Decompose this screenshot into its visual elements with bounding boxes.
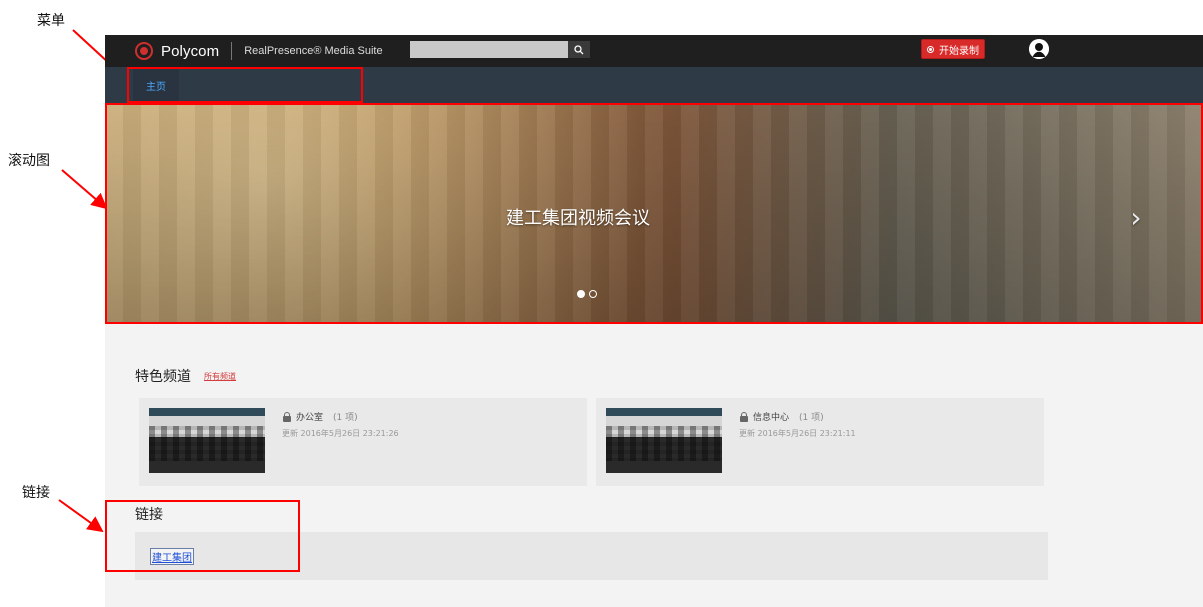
channel-thumbnail	[606, 408, 722, 473]
lock-icon	[282, 411, 292, 422]
top-bar: Polycom RealPresence® Media Suite 开始录制	[105, 35, 1203, 67]
user-avatar-button[interactable]	[1029, 39, 1049, 59]
channel-title-row: 办公室 (1 项)	[282, 410, 399, 423]
channel-thumbnail	[149, 408, 265, 473]
annotation-label-menu: 菜单	[37, 13, 65, 29]
user-avatar-icon	[1029, 39, 1049, 59]
channel-count: (1 项)	[799, 413, 824, 423]
annotation-label-carousel: 滚动图	[8, 153, 50, 169]
brand-name: Polycom	[161, 42, 220, 60]
nav-bar: 主页	[105, 67, 1203, 103]
featured-channels-title: 特色频道	[135, 369, 191, 385]
all-channels-link[interactable]: 所有频道	[204, 371, 236, 382]
annotation-box-carousel	[105, 103, 1203, 324]
content-area: 特色频道 所有频道 办公室 (1 项) 更新 2016年5月26日 23:21:…	[105, 324, 1203, 607]
channel-name: 信息中心	[753, 413, 790, 423]
search-button[interactable]	[568, 41, 590, 58]
start-recording-button[interactable]: 开始录制	[921, 39, 985, 59]
logo: Polycom RealPresence® Media Suite	[135, 41, 383, 61]
channel-meta: 办公室 (1 项) 更新 2016年5月26日 23:21:26	[282, 410, 399, 439]
annotation-box-links	[105, 500, 300, 572]
lock-icon	[739, 411, 749, 422]
channel-updated: 更新 2016年5月26日 23:21:26	[282, 429, 399, 438]
start-recording-label: 开始录制	[939, 45, 979, 57]
hero-carousel: 建工集团视频会议 ›	[105, 103, 1203, 324]
channel-name: 办公室	[296, 413, 324, 423]
annotation-arrow-links	[58, 499, 104, 533]
channel-title-row: 信息中心 (1 项)	[739, 410, 856, 423]
annotation-arrow-carousel	[61, 169, 108, 210]
annotation-label-links: 链接	[22, 485, 50, 501]
channel-updated: 更新 2016年5月26日 23:21:11	[739, 429, 856, 438]
search-input[interactable]	[410, 41, 568, 58]
search	[410, 41, 590, 58]
channel-card[interactable]: 信息中心 (1 项) 更新 2016年5月26日 23:21:11	[596, 398, 1044, 486]
product-name: RealPresence® Media Suite	[244, 45, 383, 57]
channel-card[interactable]: 办公室 (1 项) 更新 2016年5月26日 23:21:26	[139, 398, 587, 486]
search-icon	[574, 44, 584, 54]
polycom-logo-icon	[135, 42, 153, 60]
record-icon	[927, 45, 934, 53]
channel-count: (1 项)	[333, 413, 358, 423]
annotation-box-menu	[127, 67, 363, 103]
logo-divider	[231, 42, 233, 60]
channel-meta: 信息中心 (1 项) 更新 2016年5月26日 23:21:11	[739, 410, 856, 439]
app-screenshot: Polycom RealPresence® Media Suite 开始录制 主…	[105, 35, 1203, 607]
